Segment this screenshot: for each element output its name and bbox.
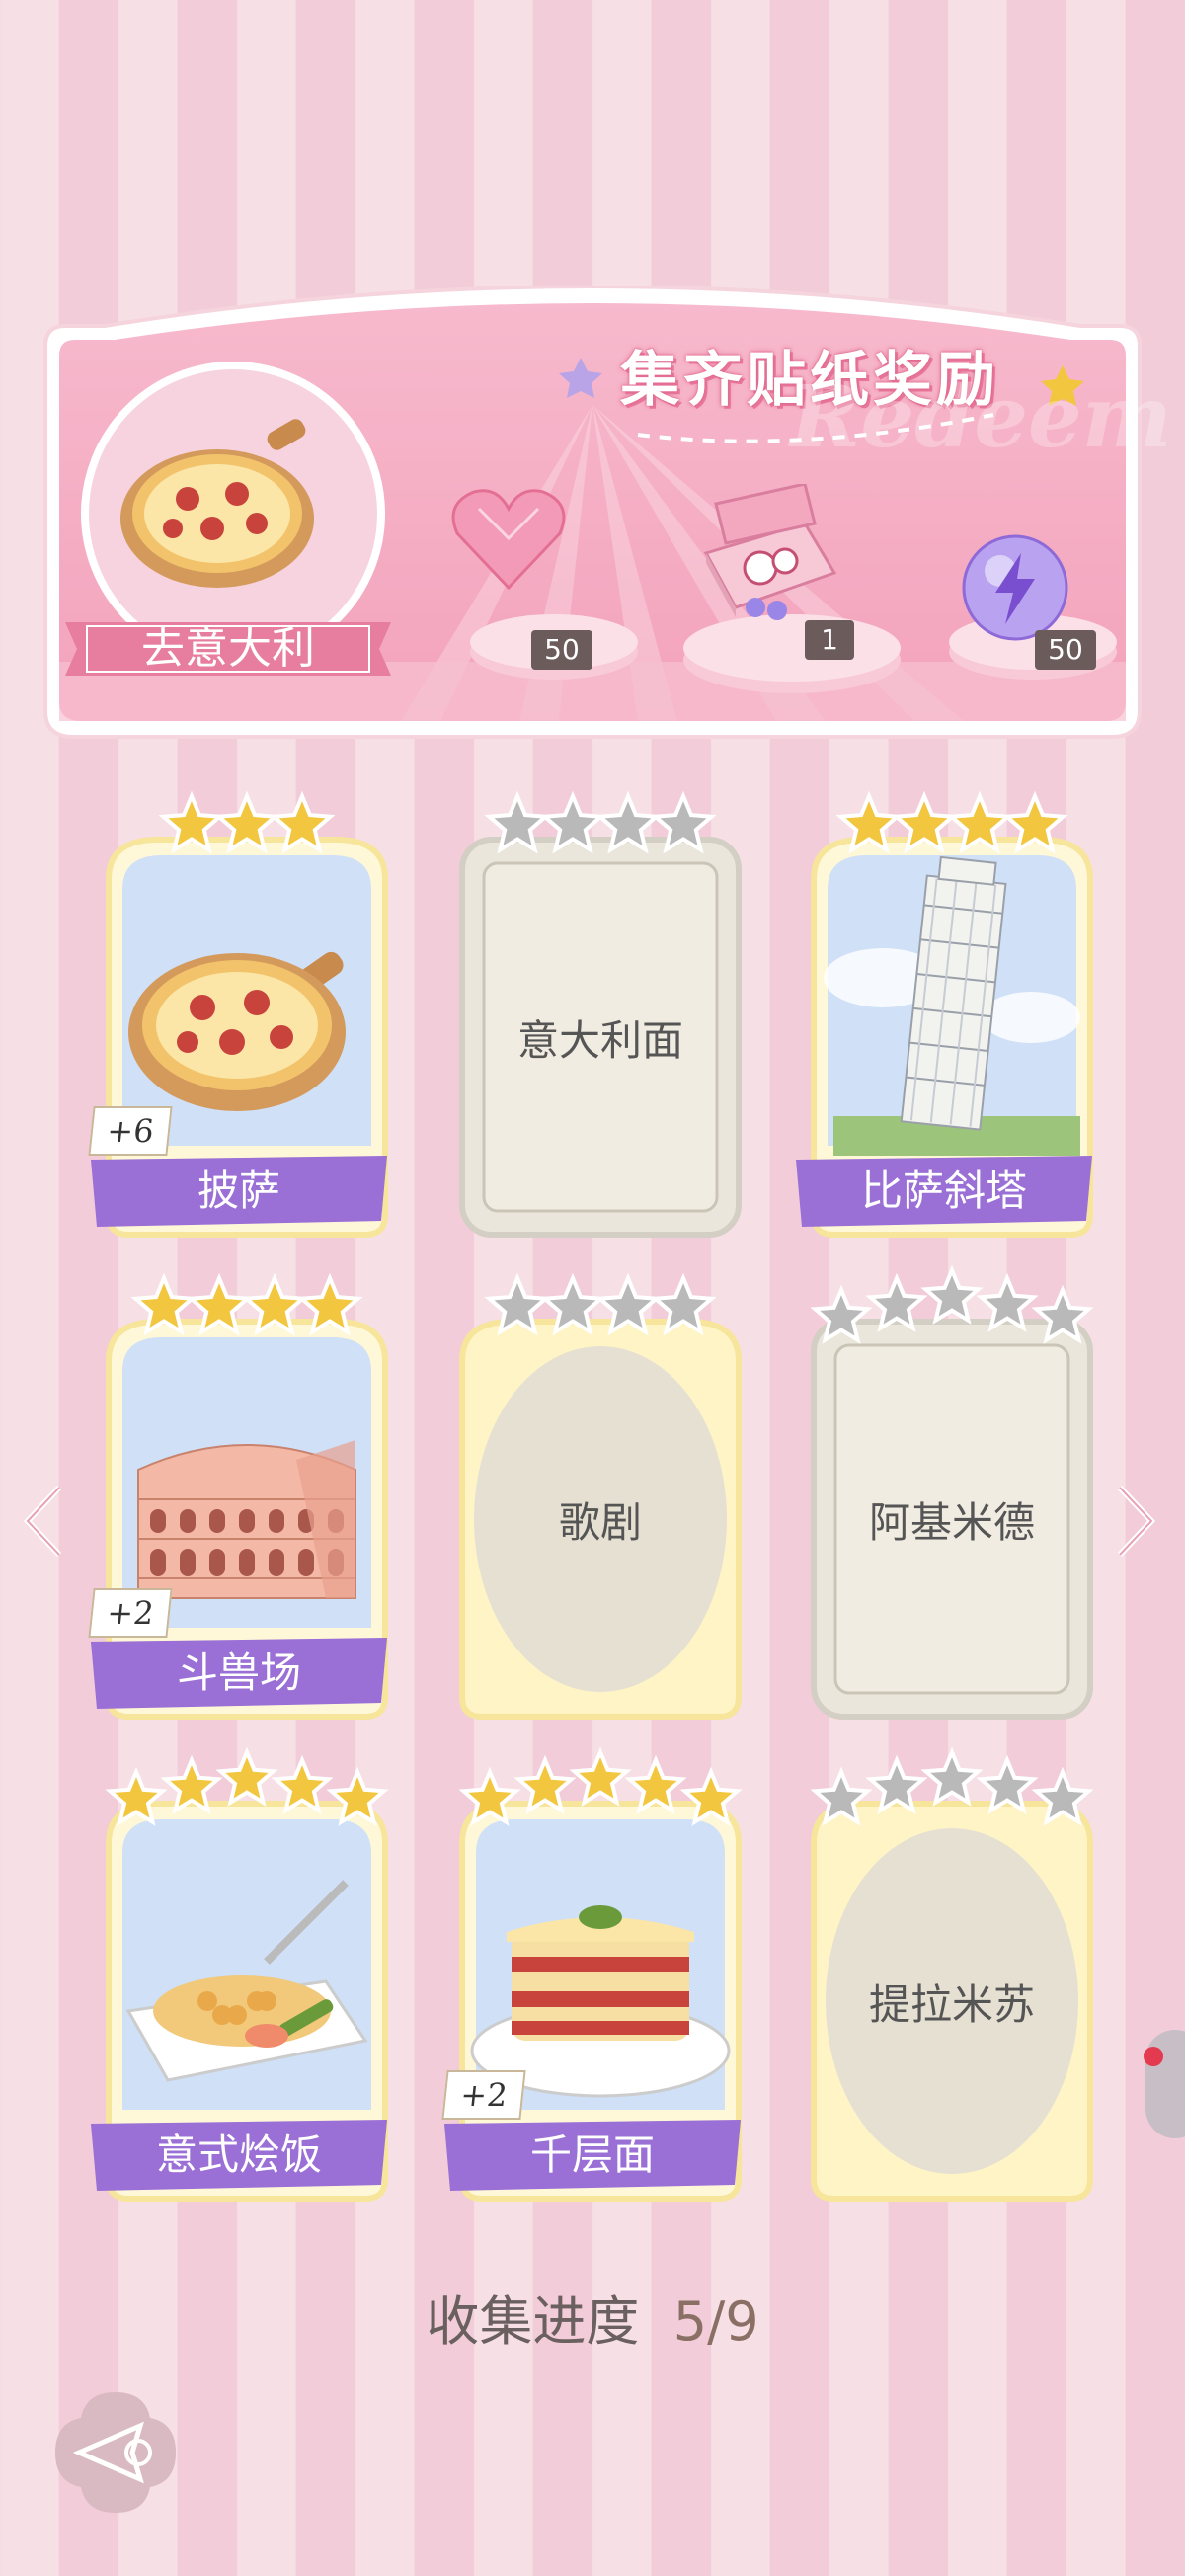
duplicate-count-badge: +2 [441,2070,526,2120]
star-icon [920,1264,984,1325]
card-name-bar: 斗兽场 [91,1638,387,1709]
colosseum-icon [137,1440,356,1599]
sticker-card-6[interactable]: 阿基米德 [804,1264,1100,1720]
card-name: 千层面 [529,2131,655,2179]
sticker-card-3[interactable]: 比萨斜塔 [796,790,1100,1238]
sticker-card-7[interactable]: 意式烩饭 [91,1746,395,2202]
sticker-card-9[interactable]: 提拉米苏 [804,1746,1100,2202]
card-name: 歌剧 [558,1498,642,1547]
sticker-card-2[interactable]: 意大利面 [452,790,749,1238]
card-name: 意式烩饭 [155,2131,322,2179]
sticker-card-1[interactable]: 披萨 +6 [88,790,395,1238]
chevron-right-icon[interactable] [1112,1482,1161,1561]
back-button[interactable] [51,2388,180,2517]
banner-watermark: Redeem [790,367,1172,467]
reward-count: 1 [805,620,854,660]
lightning-orb-icon [962,534,1068,641]
card-name-bar: 比萨斜塔 [796,1156,1092,1227]
gift-box-icon [703,484,837,620]
star-icon [569,1746,632,1807]
card-name: 阿基米德 [868,1498,1035,1547]
country-label-text: 去意大利 [141,623,315,674]
card-name: 比萨斜塔 [860,1167,1027,1215]
collection-progress: 收集进度 5/9 [0,2278,1185,2356]
card-name-bar: 千层面 [444,2120,741,2191]
progress-value: 5/9 [672,2291,759,2353]
card-name-bar: 意式烩饭 [91,2120,387,2191]
pink-heart-gem-icon [451,489,566,591]
card-name: 提拉米苏 [868,1980,1035,2029]
pizza-icon [120,419,314,588]
sticker-card-8[interactable]: 千层面 +2 [441,1746,749,2202]
reward-count: 50 [531,630,592,670]
card-name: 披萨 [197,1167,280,1215]
country-label: 去意大利 [65,614,391,684]
reward-count: 50 [1035,630,1096,670]
star-icon [920,1746,984,1807]
star-icon [215,1746,278,1807]
progress-label: 收集进度 [426,2291,640,2353]
card-name: 意大利面 [516,1016,683,1065]
sticker-card-5[interactable]: 歌剧 [452,1272,749,1720]
chevron-left-icon[interactable] [18,1482,67,1561]
card-name: 斗兽场 [176,1649,301,1697]
duplicate-count-badge: +2 [88,1588,173,1638]
sticker-card-4[interactable]: 斗兽场 +2 [88,1272,395,1720]
card-name-bar: 披萨 [91,1156,387,1227]
notification-dot [1144,2047,1163,2066]
duplicate-count-badge: +6 [88,1106,173,1156]
